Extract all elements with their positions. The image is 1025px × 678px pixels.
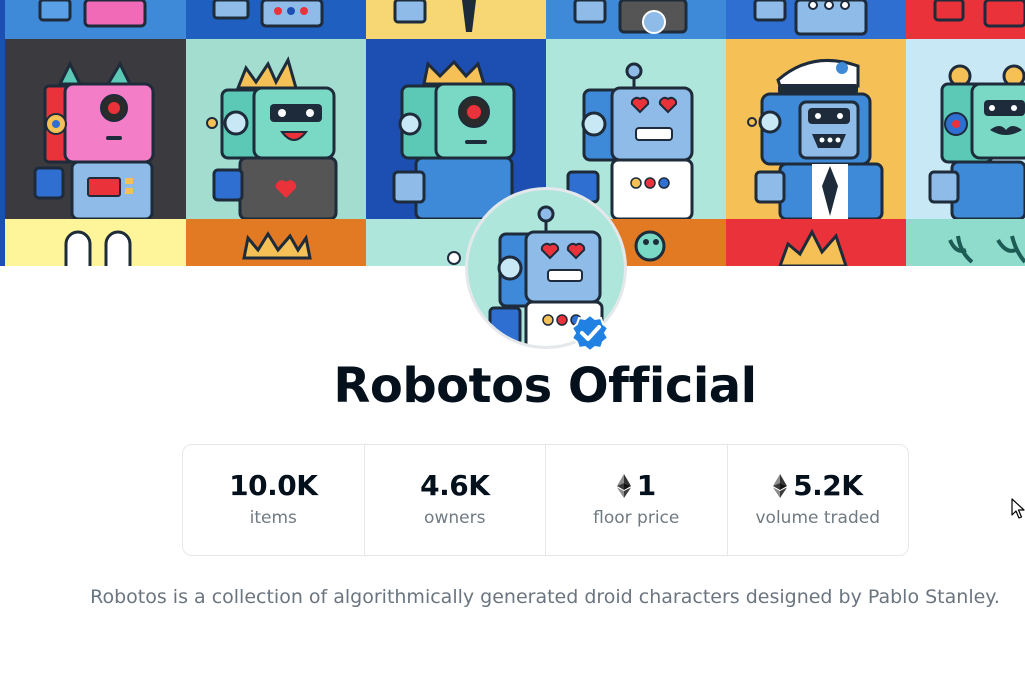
mouse-pointer-icon: [1011, 498, 1025, 519]
stat-floor-price[interactable]: 1 floor price: [546, 445, 728, 555]
stat-volume-traded-label: volume traded: [755, 508, 881, 528]
ethereum-icon: [616, 473, 631, 498]
stat-floor-price-value: 1: [636, 469, 656, 502]
collection-description: Robotos is a collection of algorithmical…: [90, 586, 1000, 608]
stat-items-label: items: [249, 508, 297, 528]
stat-volume-traded-value: 5.2K: [793, 469, 863, 502]
ethereum-icon: [773, 473, 788, 498]
stat-items-value: 10.0K: [229, 469, 318, 502]
stat-items[interactable]: 10.0K items: [183, 445, 365, 555]
verified-badge-icon: [570, 313, 610, 353]
stat-owners[interactable]: 4.6K owners: [365, 445, 546, 555]
collection-stats: 10.0K items 4.6K owners 1 floor price 5.…: [182, 444, 909, 556]
collection-title: Robotos Official: [333, 358, 757, 414]
stat-floor-price-label: floor price: [593, 508, 680, 528]
stat-owners-label: owners: [424, 508, 486, 528]
stat-volume-traded[interactable]: 5.2K volume traded: [728, 445, 909, 555]
stat-owners-value: 4.6K: [420, 469, 490, 502]
